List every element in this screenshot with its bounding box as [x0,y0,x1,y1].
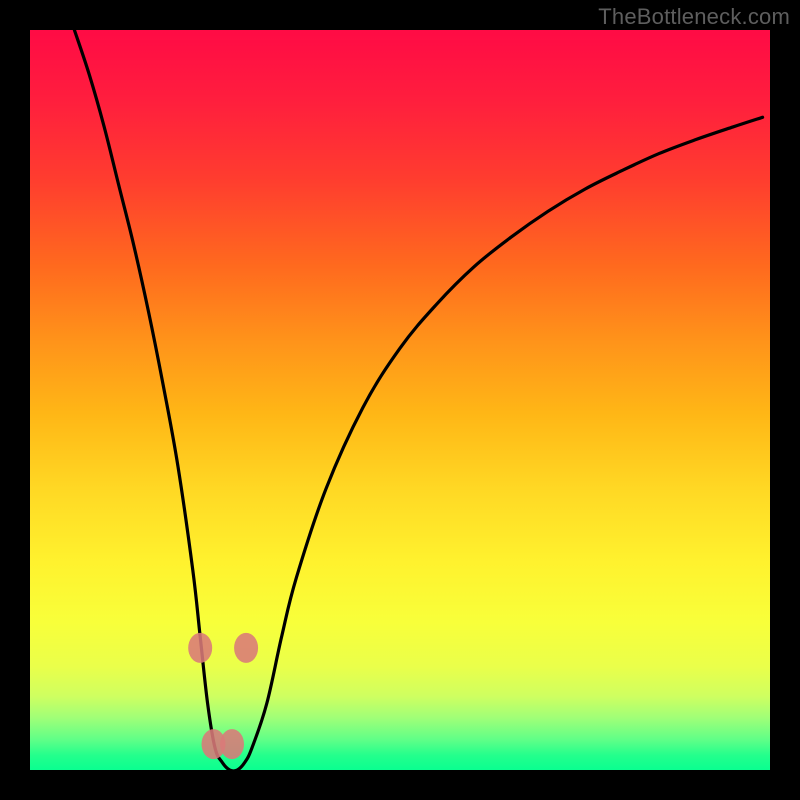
plot-area [30,30,770,770]
attribution-label: TheBottleneck.com [598,4,790,30]
highlight-dot [234,633,258,663]
bottleneck-curve [74,30,762,770]
highlight-dots [188,633,258,759]
curve-svg [30,30,770,770]
highlight-dot [188,633,212,663]
chart-frame: TheBottleneck.com [0,0,800,800]
highlight-dot [220,729,244,759]
